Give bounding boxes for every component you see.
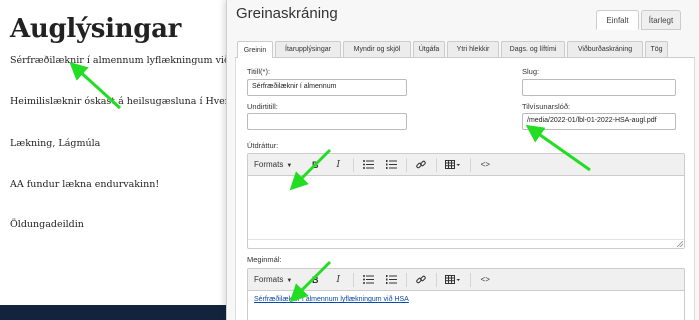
arrow-icon bbox=[289, 260, 332, 303]
arrow-icon bbox=[69, 61, 122, 110]
annotation-arrows bbox=[69, 61, 591, 303]
arrow-icon bbox=[289, 148, 332, 191]
arrow-icon bbox=[525, 124, 591, 172]
